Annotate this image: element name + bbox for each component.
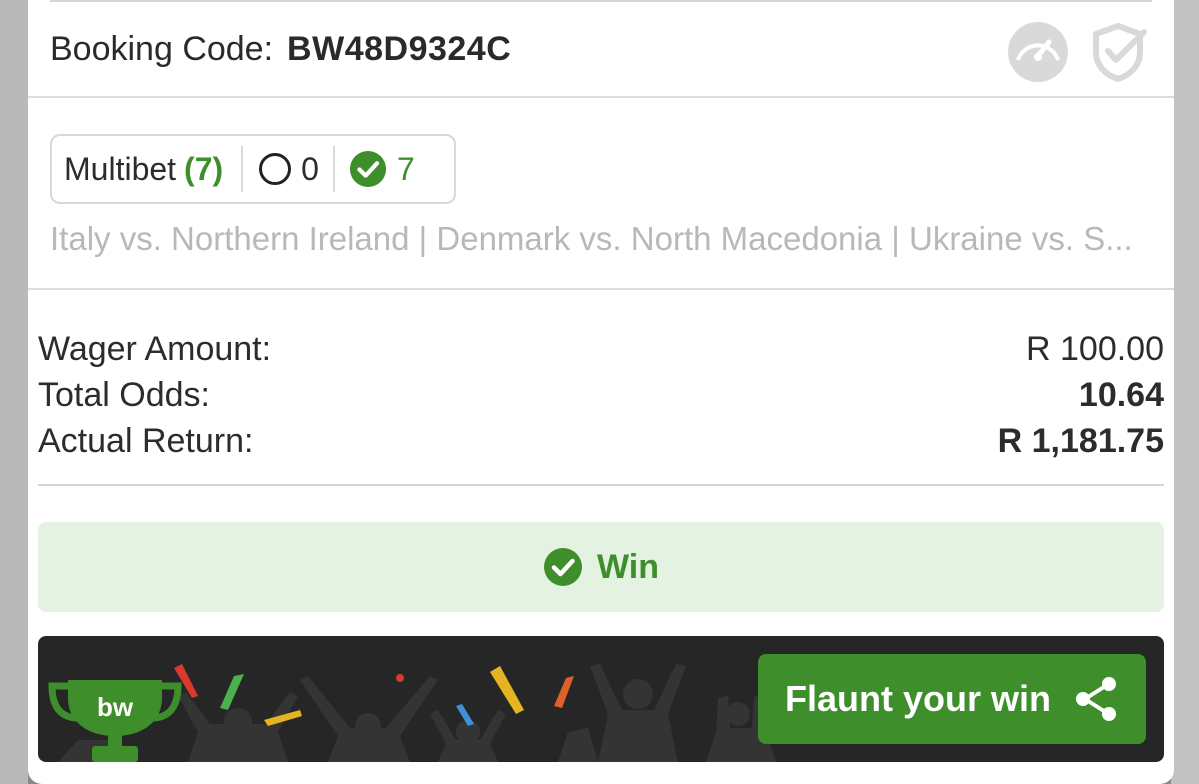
bet-ticket-card: Booking Code: BW48D9324C Multibet (7) 0 … [28, 0, 1174, 784]
wager-label: Wager Amount: [38, 329, 272, 368]
open-circle-icon [259, 153, 292, 185]
flaunt-banner: bw Flaunt your win [38, 636, 1164, 762]
divider [28, 96, 1174, 98]
speedometer-icon[interactable] [1006, 20, 1070, 84]
check-circle-icon [543, 548, 582, 586]
background-right [1171, 0, 1199, 784]
wager-row: Wager Amount: R 100.00 [38, 326, 1164, 372]
return-row: Actual Return: R 1,181.75 [38, 418, 1164, 464]
selection-count: (7) [184, 150, 224, 187]
check-circle-icon [349, 150, 387, 188]
match-list: Italy vs. Northern Ireland | Denmark vs.… [50, 220, 1133, 257]
bet-type: Multibet (7) [52, 136, 241, 202]
share-icon [1076, 677, 1116, 721]
background-left [0, 0, 28, 784]
bet-amounts: Wager Amount: R 100.00 Total Odds: 10.64… [38, 326, 1164, 464]
odds-row: Total Odds: 10.64 [38, 372, 1164, 418]
bet-summary-pill: Multibet (7) 0 7 [50, 134, 456, 204]
odds-value: 10.64 [1078, 375, 1164, 414]
return-label: Actual Return: [38, 421, 254, 460]
logo-text: bw [97, 692, 134, 722]
booking-code-label: Booking Code: [50, 30, 274, 68]
wager-value: R 100.00 [1026, 329, 1164, 368]
booking-code-row: Booking Code: BW48D9324C [50, 30, 511, 69]
bet-type-label: Multibet [64, 150, 177, 187]
divider [28, 288, 1174, 290]
flaunt-button-label: Flaunt your win [785, 678, 1051, 719]
win-status-bar: Win [38, 522, 1164, 612]
divider [38, 484, 1164, 486]
return-value: R 1,181.75 [997, 421, 1164, 460]
win-status-label: Win [596, 547, 659, 586]
flaunt-your-win-button[interactable]: Flaunt your win [758, 654, 1146, 744]
won-count: 7 [396, 150, 415, 187]
open-selections: 0 [243, 136, 333, 202]
open-count: 0 [301, 150, 319, 187]
shield-check-icon[interactable] [1086, 20, 1150, 84]
odds-label: Total Odds: [38, 375, 210, 414]
top-divider [50, 0, 1152, 2]
won-selections: 7 [335, 136, 431, 202]
booking-code-value: BW48D9324C [287, 30, 512, 68]
